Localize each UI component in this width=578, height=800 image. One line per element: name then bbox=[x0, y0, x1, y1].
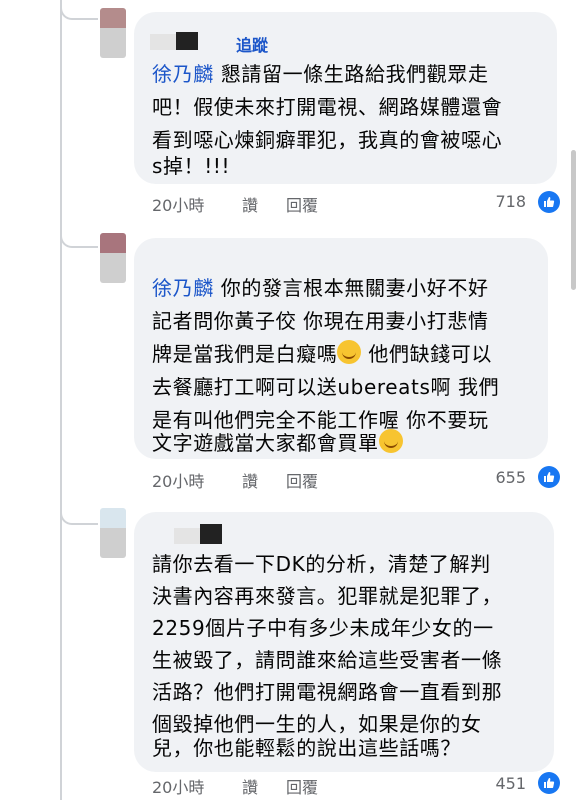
like-button[interactable]: 讚 bbox=[242, 192, 286, 216]
thread-line bbox=[60, 0, 62, 510]
redacted-name bbox=[174, 528, 200, 544]
reaction-count[interactable]: 655 bbox=[470, 468, 526, 487]
tears-of-joy-emoji bbox=[337, 340, 362, 364]
comment-text: 徐乃麟 懇請留一條生路給我們觀眾走 bbox=[152, 62, 489, 86]
thread-line bbox=[60, 510, 62, 800]
redacted-name bbox=[150, 34, 176, 50]
reply-button[interactable]: 回覆 bbox=[286, 468, 318, 492]
avatar[interactable] bbox=[100, 508, 126, 558]
thumbs-up-icon bbox=[538, 466, 560, 488]
comment-text: 請你去看一下DK的分析，清楚了解判 bbox=[152, 552, 491, 576]
scrollbar[interactable] bbox=[571, 150, 576, 290]
comment-text: 去餐廳打工啊可以送ubereats啊 我們 bbox=[152, 375, 500, 399]
comment-text: 生被毀了，請問誰來給這些受害者一條 bbox=[152, 648, 503, 672]
grinning-emoji bbox=[378, 429, 403, 453]
thread-connector bbox=[60, 228, 98, 248]
comment-actions: 20小時 讚 回覆 bbox=[152, 468, 318, 492]
redacted-name bbox=[176, 32, 198, 50]
comment-text: 徐乃麟 你的發言根本無關妻小好不好 bbox=[152, 276, 489, 300]
follow-link[interactable]: 追蹤 bbox=[236, 32, 268, 56]
thread-connector bbox=[60, 505, 98, 525]
comment-text: 2259個片子中有多少未成年少女的一 bbox=[152, 616, 494, 640]
mention-link[interactable]: 徐乃麟 bbox=[152, 62, 214, 86]
like-button[interactable]: 讚 bbox=[242, 468, 286, 492]
thread-connector bbox=[60, 0, 98, 20]
reply-button[interactable]: 回覆 bbox=[286, 192, 318, 216]
avatar[interactable] bbox=[100, 8, 126, 58]
thumbs-up-icon bbox=[538, 191, 560, 213]
reaction-count[interactable]: 718 bbox=[470, 192, 526, 211]
timestamp[interactable]: 20小時 bbox=[152, 192, 242, 216]
comment-text: 活路？他們打開電視網路會一直看到那 bbox=[152, 680, 503, 704]
comment-text: s掉！!!! bbox=[152, 154, 231, 178]
timestamp[interactable]: 20小時 bbox=[152, 468, 242, 492]
like-button[interactable]: 讚 bbox=[242, 774, 286, 798]
comment-actions: 20小時 讚 回覆 bbox=[152, 774, 318, 798]
comment-actions: 20小時 讚 回覆 bbox=[152, 192, 318, 216]
comment-text: 牌是當我們是白癡嗎 他們缺錢可以 bbox=[152, 340, 492, 366]
comment-text: 兒，你也能輕鬆的說出這些話嗎？ bbox=[152, 736, 461, 760]
comment-text: 決書內容再來發言。犯罪就是犯罪了， bbox=[152, 584, 503, 608]
avatar[interactable] bbox=[100, 233, 126, 283]
comment-text: 文字遊戲當大家都會買單 bbox=[152, 427, 403, 460]
thumbs-up-icon bbox=[538, 772, 560, 794]
reply-button[interactable]: 回覆 bbox=[286, 774, 318, 798]
comment-text: 吧！假使未來打開電視、網路媒體還會 bbox=[152, 95, 503, 119]
mention-link[interactable]: 徐乃麟 bbox=[152, 276, 214, 300]
redacted-name bbox=[200, 524, 222, 544]
comment-text: 記者問你黃子佼 你現在用妻小打悲情 bbox=[152, 309, 489, 333]
timestamp[interactable]: 20小時 bbox=[152, 774, 242, 798]
reaction-count[interactable]: 451 bbox=[470, 774, 526, 793]
